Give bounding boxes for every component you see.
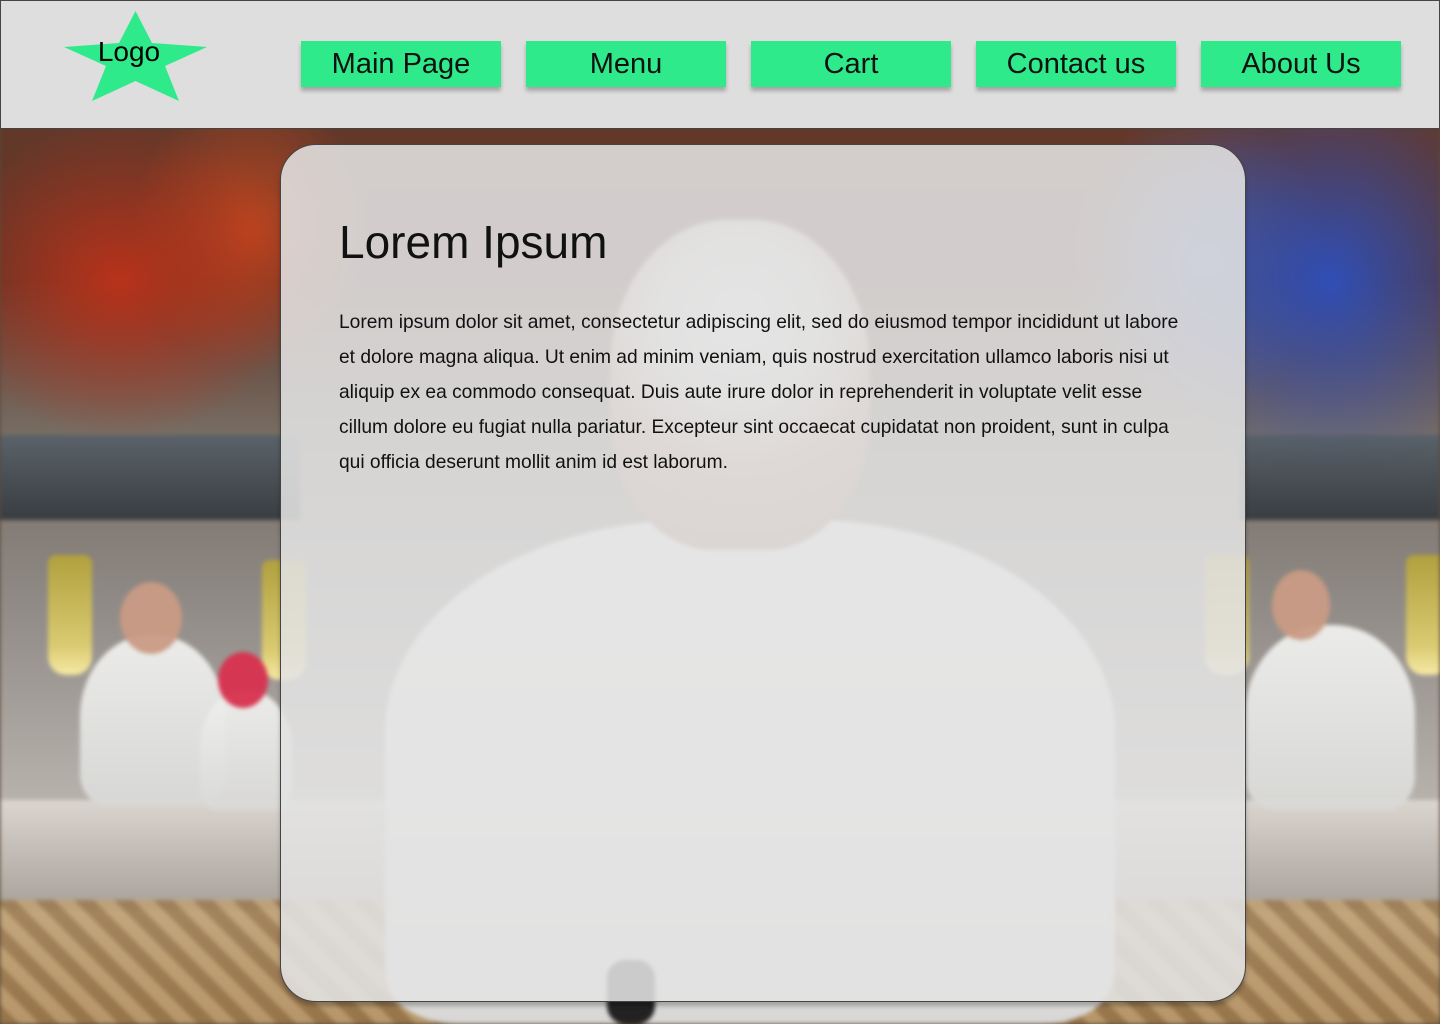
- kitchen-hood-left: [0, 435, 300, 520]
- logo-label: Logo: [97, 36, 161, 67]
- background-person-right-head: [1272, 570, 1330, 640]
- red-hat: [218, 652, 268, 708]
- background-person-right: [1245, 625, 1415, 810]
- nav-about-us-button[interactable]: About Us: [1201, 41, 1401, 87]
- content-card: Lorem Ipsum Lorem ipsum dolor sit amet, …: [280, 144, 1246, 1002]
- background-person-left-small: [200, 690, 292, 810]
- nav-contact-us-button[interactable]: Contact us: [976, 41, 1176, 87]
- nav-main-page-button[interactable]: Main Page: [301, 41, 501, 87]
- top-navigation-bar: Logo Main Page Menu Cart Contact us Abou…: [0, 0, 1440, 129]
- landing-page: Logo Main Page Menu Cart Contact us Abou…: [0, 0, 1440, 1024]
- pendant-lamp-left: [48, 555, 92, 675]
- nav-cart-button[interactable]: Cart: [751, 41, 951, 87]
- page-title: Lorem Ipsum: [339, 216, 608, 268]
- nav-menu-button[interactable]: Menu: [526, 41, 726, 87]
- page-body-text: Lorem ipsum dolor sit amet, consectetur …: [339, 312, 1179, 473]
- pendant-lamp-right: [1406, 555, 1440, 675]
- kitchen-hood-right: [1240, 435, 1440, 520]
- background-person-left-head: [120, 582, 182, 654]
- logo[interactable]: Logo: [64, 11, 207, 101]
